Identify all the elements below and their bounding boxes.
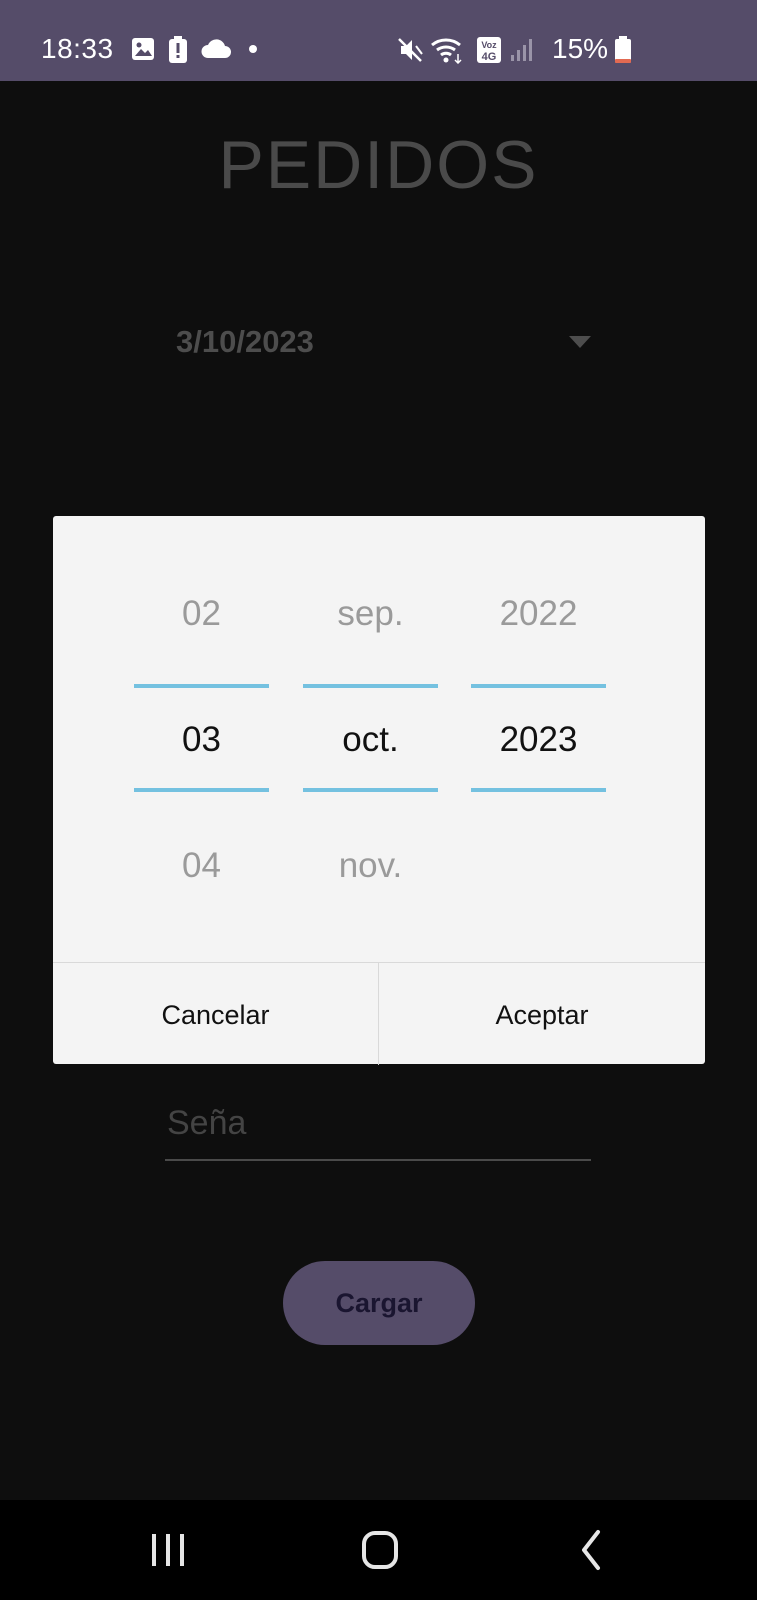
year-picker[interactable]: 2022 2023 [471,516,606,961]
cargar-button[interactable]: Cargar [283,1261,475,1345]
day-picker[interactable]: 02 03 04 [134,516,269,961]
day-prev[interactable]: 02 [134,592,269,636]
year-current[interactable]: 2023 [471,718,606,762]
sena-input[interactable]: Seña [165,1081,591,1161]
accept-button[interactable]: Aceptar [379,963,705,1065]
day-current[interactable]: 03 [134,718,269,762]
day-next[interactable]: 04 [134,844,269,888]
cloud-icon [201,39,231,58]
year-divider-upper [471,684,606,688]
year-prev[interactable]: 2022 [471,592,606,636]
date-dropdown[interactable]: 3/10/2023 [176,317,596,367]
page-title: PEDIDOS [218,127,539,203]
month-picker[interactable]: sep. oct. nov. [303,516,438,961]
status-time: 18:33 [41,33,114,64]
sena-placeholder: Seña [167,1104,247,1142]
month-divider-upper [303,684,438,688]
dot-icon [249,45,257,53]
svg-text:4G: 4G [482,51,497,63]
day-divider-lower [134,788,269,792]
wifi-icon [431,38,462,64]
date-dropdown-value: 3/10/2023 [176,324,314,359]
month-prev[interactable]: sep. [303,592,438,636]
volte-4g-icon: Voz 4G [477,37,501,63]
vibrate-mute-icon [398,38,423,62]
home-icon[interactable] [350,1522,410,1578]
date-picker-dialog: 02 03 04 sep. oct. nov. 2022 2023 Cancel… [53,516,705,1065]
month-divider-lower [303,788,438,792]
signal-icon [511,39,532,61]
status-bar: 18:33 Voz 4G 15% [0,0,757,81]
month-current[interactable]: oct. [303,718,438,762]
battery-alert-icon [169,36,187,63]
recent-apps-icon[interactable] [138,1522,198,1578]
navigation-bar [0,1500,757,1600]
cancel-button[interactable]: Cancelar [53,963,379,1065]
gallery-icon [132,38,154,60]
battery-percent: 15% [552,33,609,64]
back-icon[interactable] [562,1522,622,1578]
month-next[interactable]: nov. [303,844,438,888]
year-divider-lower [471,788,606,792]
day-divider-upper [134,684,269,688]
chevron-down-icon [569,336,591,348]
dialog-actions: Cancelar Aceptar [53,962,705,1065]
svg-text:Voz: Voz [481,40,497,50]
battery-icon [615,36,631,63]
